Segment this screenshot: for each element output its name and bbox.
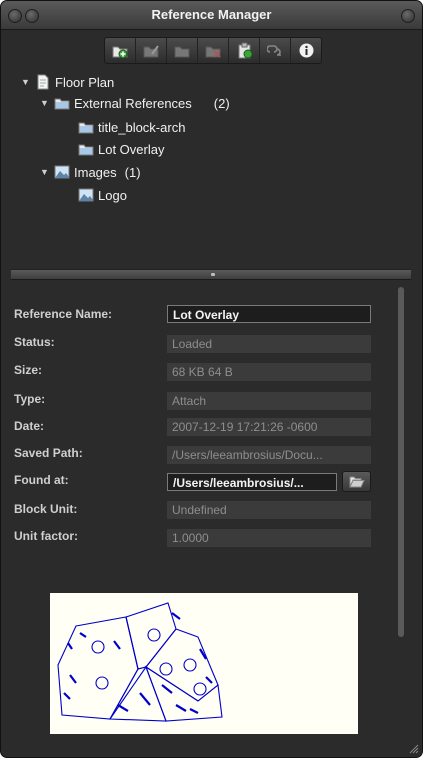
saved-path-label: Saved Path: (14, 446, 83, 460)
edit-icon (143, 45, 159, 58)
folder-icon (78, 144, 94, 156)
unload-button[interactable] (260, 38, 291, 63)
tree-item-label: Logo (98, 187, 127, 203)
tree-item-external-references[interactable]: ▼ External References (2) (40, 93, 230, 113)
pane-splitter[interactable] (11, 269, 411, 280)
tree-item-label: Lot Overlay (98, 141, 165, 157)
block-unit-value: Undefined (167, 501, 371, 519)
drawing-document-icon (37, 74, 49, 90)
browse-button[interactable] (342, 471, 371, 492)
info-button[interactable] (291, 38, 321, 63)
reference-name-input[interactable]: Lot Overlay (167, 305, 371, 323)
tree-item-lot-overlay[interactable]: Lot Overlay (78, 139, 164, 159)
disclosure-triangle-icon[interactable]: ▼ (21, 77, 31, 87)
tree-item-logo[interactable]: Logo (78, 185, 127, 205)
folder-icon (78, 122, 94, 134)
info-icon (299, 43, 313, 58)
tree-item-label: Images (74, 164, 117, 180)
saved-path-value: /Users/leeambrosius/Docu... (167, 446, 371, 464)
tree-item-count: (2) (213, 95, 230, 111)
tree-item-images[interactable]: ▼ Images (1) (40, 162, 141, 182)
reference-tree[interactable]: ▼ Floor Plan ▼ External References (2) t… (7, 67, 411, 267)
title-bar[interactable]: Reference Manager (1, 1, 422, 30)
disclosure-triangle-icon[interactable]: ▼ (40, 167, 50, 177)
found-at-input[interactable]: /Users/leeambrosius/... (167, 473, 337, 491)
tree-item-count: (1) (124, 164, 141, 180)
type-value: Attach (167, 392, 371, 410)
reload-button[interactable] (229, 38, 260, 63)
window-title: Reference Manager (151, 7, 272, 22)
unit-factor-value: 1.0000 (167, 529, 371, 547)
date-label: Date: (14, 419, 45, 433)
properties-scrollbar[interactable] (398, 287, 404, 637)
resize-grip-icon[interactable] (407, 742, 419, 754)
unload-icon (266, 45, 281, 56)
detach-button[interactable] (198, 38, 229, 63)
detach-icon (205, 46, 221, 58)
image-icon (78, 188, 94, 202)
tree-item-label: title_block-arch (98, 119, 186, 135)
type-label: Type: (14, 392, 46, 406)
tree-item-label: External References (74, 95, 192, 111)
folder-icon (54, 98, 70, 110)
size-label: Size: (14, 363, 43, 377)
block-unit-label: Block Unit: (14, 502, 78, 516)
tree-item-label: Floor Plan (55, 74, 115, 90)
edit-reference-button[interactable] (136, 38, 167, 63)
tree-item-title-block-arch[interactable]: title_block-arch (78, 117, 185, 137)
attach-button[interactable] (105, 38, 136, 63)
splitter-grip-icon[interactable] (211, 273, 215, 276)
tree-item-floor-plan[interactable]: ▼ Floor Plan (21, 72, 114, 92)
size-value: 68 KB 64 B (167, 363, 371, 381)
reference-name-label: Reference Name: (14, 307, 113, 321)
open-reference-button[interactable] (167, 38, 198, 63)
lot-plan-drawing (57, 602, 223, 722)
reload-icon (238, 42, 252, 59)
found-at-label: Found at: (14, 473, 69, 487)
reference-preview-image (50, 593, 358, 734)
open-icon (174, 46, 189, 58)
status-label: Status: (14, 335, 55, 349)
status-value: Loaded (167, 335, 371, 353)
reference-manager-window: Reference Manager ▼ Floor Plan ▼ Externa… (0, 0, 423, 758)
attach-icon (112, 46, 127, 59)
open-folder-icon (348, 476, 365, 488)
image-icon (54, 165, 70, 179)
toolbar (104, 37, 322, 64)
disclosure-triangle-icon[interactable]: ▼ (40, 98, 50, 108)
unit-factor-label: Unit factor: (14, 529, 78, 543)
date-value: 2007-12-19 17:21:26 -0600 (167, 418, 371, 436)
